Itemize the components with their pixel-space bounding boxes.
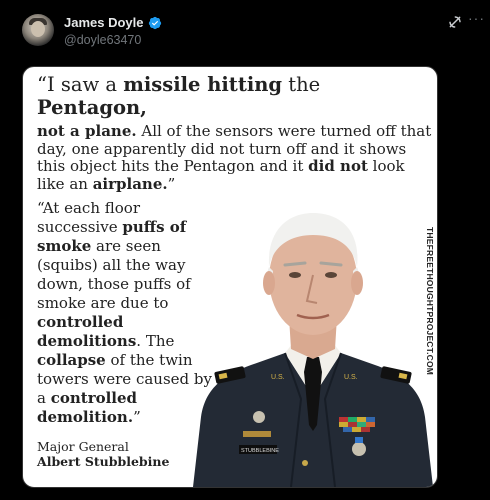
avatar-face — [31, 21, 45, 37]
author-name-row[interactable]: James Doyle — [64, 15, 162, 30]
quote-bold: controlled demolition. — [37, 389, 138, 426]
grok-icon[interactable] — [447, 14, 463, 30]
author-display-name[interactable]: James Doyle — [64, 15, 144, 30]
quote-text: “I saw a — [37, 73, 124, 96]
avatar[interactable] — [22, 14, 54, 46]
attribution-name: Albert Stubblebine — [37, 454, 170, 469]
more-options-icon[interactable]: ··· — [468, 10, 485, 26]
collar-pin-left: U.S. — [271, 374, 285, 381]
quote-text: ” — [167, 174, 176, 193]
quote-text: . The — [136, 332, 175, 350]
quote-attribution: Major General Albert Stubblebine — [37, 439, 169, 469]
quote-text: ” — [133, 408, 141, 426]
quote-bold: collapse — [37, 351, 106, 369]
quote-bold: missile hitting — [123, 73, 283, 96]
quote-text: the — [282, 73, 321, 96]
quote-bold: airplane. — [92, 174, 168, 193]
quote-bold: Pentagon, — [37, 96, 147, 119]
quote-block-2: “At each floor successive puffs of smoke… — [37, 199, 217, 427]
verified-badge-icon — [148, 16, 161, 29]
post-media-image[interactable]: “I saw a missile hitting the Pentagon, n… — [22, 66, 438, 488]
quote-headline: “I saw a missile hitting the Pentagon, — [37, 73, 433, 119]
medal — [352, 442, 366, 456]
post: James Doyle @doyle63470 ··· “I saw a mis… — [0, 0, 490, 500]
quote-bold: not a plane. — [37, 122, 137, 140]
attribution-title: Major General — [37, 439, 129, 454]
author-handle[interactable]: @doyle63470 — [64, 33, 141, 47]
collar-pin-right: U.S. — [344, 374, 358, 381]
ribbon-rack — [339, 417, 375, 432]
quote-bold: controlled demolitions — [37, 313, 137, 350]
svg-text:STUBBLEBINE: STUBBLEBINE — [241, 448, 279, 454]
general-portrait: U.S. U.S. STUBBLEBINE — [193, 213, 433, 487]
